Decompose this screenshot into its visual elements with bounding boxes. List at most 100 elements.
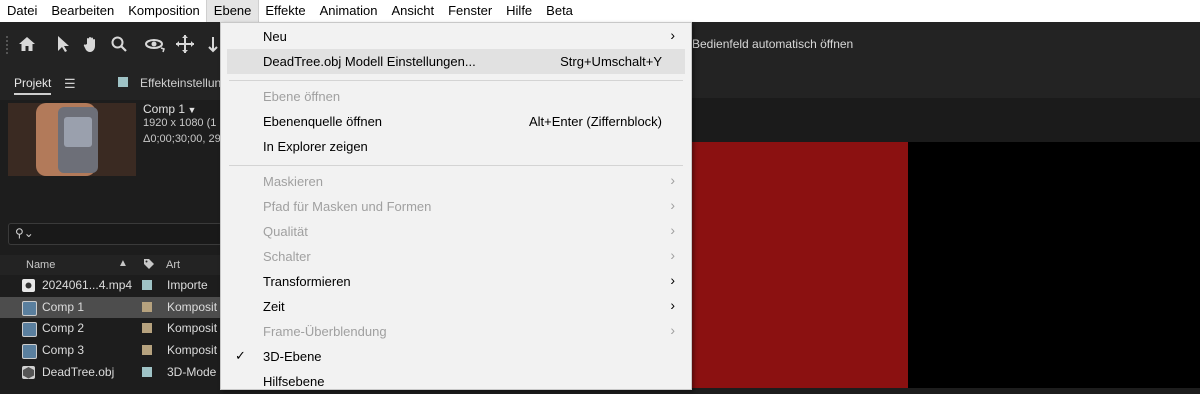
project-item-type: Importe bbox=[167, 278, 208, 292]
menu-item-label: Pfad für Masken und Formen bbox=[263, 199, 432, 214]
ebene-dropdown-menu: Neu › DeadTree.obj Modell Einstellungen.… bbox=[220, 22, 692, 390]
zoom-icon[interactable] bbox=[108, 33, 130, 55]
menu-item-label: Qualität bbox=[263, 224, 308, 239]
menu-item-schalter[interactable]: Schalter › bbox=[221, 244, 691, 269]
menu-item-label: Schalter bbox=[263, 249, 311, 264]
label-tag-icon[interactable] bbox=[143, 258, 155, 273]
project-item[interactable]: Comp 3 Komposit bbox=[0, 340, 220, 361]
menu-item-transformieren[interactable]: Transformieren › bbox=[221, 269, 691, 294]
menu-item-label: In Explorer zeigen bbox=[263, 139, 368, 154]
submenu-chevron-icon: › bbox=[670, 272, 675, 288]
menu-ansicht[interactable]: Ansicht bbox=[384, 0, 441, 22]
submenu-chevron-icon: › bbox=[670, 247, 675, 263]
project-item-type: Komposit bbox=[167, 300, 218, 314]
project-item[interactable]: DeadTree.obj 3D-Mode bbox=[0, 362, 220, 383]
composition-icon bbox=[22, 344, 37, 359]
menu-item-pfad-masken[interactable]: Pfad für Masken und Formen › bbox=[221, 194, 691, 219]
label-color-swatch[interactable] bbox=[142, 345, 152, 355]
menu-item-qualitaet[interactable]: Qualität › bbox=[221, 219, 691, 244]
label-color-swatch[interactable] bbox=[142, 302, 152, 312]
preview-comp-name[interactable]: Comp 1 ▼ bbox=[143, 102, 196, 116]
project-item-name: 2024061...4.mp4 bbox=[42, 278, 133, 292]
pan-camera-icon[interactable] bbox=[174, 33, 196, 55]
project-item-name: Comp 2 bbox=[42, 321, 85, 335]
label-color-swatch[interactable] bbox=[142, 367, 152, 377]
menu-item-label: Hilfsebene bbox=[263, 374, 325, 389]
project-item[interactable]: Comp 2 Komposit bbox=[0, 318, 220, 339]
menu-komposition[interactable]: Komposition bbox=[121, 0, 207, 22]
menu-animation[interactable]: Animation bbox=[313, 0, 385, 22]
submenu-chevron-icon: › bbox=[670, 27, 675, 43]
menu-item-label: Ebene öffnen bbox=[263, 89, 341, 104]
selection-arrow-icon[interactable] bbox=[52, 33, 74, 55]
submenu-chevron-icon: › bbox=[670, 172, 675, 188]
search-icon: ⚲⌄ bbox=[15, 226, 34, 240]
menu-item-ebenenquelle-oeffnen[interactable]: Ebenenquelle öffnen Alt+Enter (Ziffernbl… bbox=[221, 109, 691, 134]
project-column-header: Name ▲ Art bbox=[0, 255, 220, 275]
project-item[interactable]: Comp 1 Komposit bbox=[0, 297, 220, 318]
project-item-type: 3D-Mode bbox=[167, 365, 217, 379]
tab-effect-controls[interactable]: Effekteinstellun bbox=[140, 76, 221, 90]
menu-item-zeit[interactable]: Zeit › bbox=[221, 294, 691, 319]
panel-menu-icon[interactable]: ☰ bbox=[64, 76, 76, 92]
project-item-type: Komposit bbox=[167, 321, 218, 335]
auto-open-panel-label[interactable]: Bedienfeld automatisch öffnen bbox=[692, 37, 853, 51]
footage-icon bbox=[22, 279, 35, 292]
menu-item-label: Ebenenquelle öffnen bbox=[263, 114, 383, 129]
menu-item-3d-ebene[interactable]: ✓ 3D-Ebene bbox=[221, 344, 691, 369]
composition-red-layer[interactable] bbox=[690, 142, 908, 388]
project-item-name: Comp 3 bbox=[42, 343, 85, 357]
menu-separator bbox=[229, 165, 683, 166]
preview-comp-duration: Δ0;00;30;00, 29 bbox=[143, 133, 221, 145]
submenu-chevron-icon: › bbox=[670, 197, 675, 213]
menu-effekte[interactable]: Effekte bbox=[258, 0, 312, 22]
3d-model-icon bbox=[22, 366, 35, 379]
label-color-swatch[interactable] bbox=[142, 323, 152, 333]
orbit-camera-icon[interactable] bbox=[144, 33, 166, 55]
checkmark-icon: ✓ bbox=[235, 348, 246, 363]
composition-icon bbox=[22, 322, 37, 337]
preview-comp-resolution: 1920 x 1080 (1 bbox=[143, 117, 217, 129]
tab-project[interactable]: Projekt bbox=[14, 76, 52, 95]
menu-item-label: Frame-Überblendung bbox=[263, 324, 387, 339]
menu-beta[interactable]: Beta bbox=[539, 0, 580, 22]
menu-item-ebene-oeffnen[interactable]: Ebene öffnen bbox=[221, 84, 691, 109]
composition-thumbnail bbox=[8, 103, 136, 176]
submenu-chevron-icon: › bbox=[670, 222, 675, 238]
menu-datei[interactable]: Datei bbox=[0, 0, 44, 22]
project-item-name: DeadTree.obj bbox=[42, 365, 115, 379]
menu-item-label: Neu bbox=[263, 29, 287, 44]
menu-item-neu[interactable]: Neu › bbox=[221, 24, 691, 49]
viewer-header bbox=[690, 68, 1200, 98]
menu-item-model-settings[interactable]: DeadTree.obj Modell Einstellungen... Str… bbox=[227, 49, 685, 74]
menu-item-frame-ueberblendung[interactable]: Frame-Überblendung › bbox=[221, 319, 691, 344]
effects-tab-color-icon bbox=[118, 77, 128, 87]
menu-separator bbox=[229, 80, 683, 81]
menu-item-label: Transformieren bbox=[263, 274, 351, 289]
menu-item-label: Zeit bbox=[263, 299, 285, 314]
menu-item-shortcut: Strg+Umschalt+Y bbox=[560, 54, 662, 69]
home-icon[interactable] bbox=[16, 33, 38, 55]
menu-item-label: Maskieren bbox=[263, 174, 323, 189]
menu-item-maskieren[interactable]: Maskieren › bbox=[221, 169, 691, 194]
label-color-swatch[interactable] bbox=[142, 280, 152, 290]
submenu-chevron-icon: › bbox=[670, 322, 675, 338]
menu-bar: Datei Bearbeiten Komposition Ebene Effek… bbox=[0, 0, 1200, 23]
project-item[interactable]: 2024061...4.mp4 Importe bbox=[0, 275, 220, 296]
submenu-chevron-icon: › bbox=[670, 297, 675, 313]
toolbar-grip[interactable] bbox=[6, 36, 10, 54]
sort-ascending-icon[interactable]: ▲ bbox=[118, 258, 128, 269]
hand-icon[interactable] bbox=[80, 33, 102, 55]
project-item-name: Comp 1 bbox=[42, 300, 85, 314]
column-type[interactable]: Art bbox=[166, 259, 180, 271]
menu-hilfe[interactable]: Hilfe bbox=[499, 0, 539, 22]
menu-bearbeiten[interactable]: Bearbeiten bbox=[44, 0, 121, 22]
column-name[interactable]: Name bbox=[26, 259, 55, 271]
project-search-input[interactable]: ⚲⌄ bbox=[8, 223, 221, 245]
menu-item-hilfsebene[interactable]: Hilfsebene bbox=[221, 369, 691, 394]
project-item-type: Komposit bbox=[167, 343, 218, 357]
menu-item-in-explorer-zeigen[interactable]: In Explorer zeigen bbox=[221, 134, 691, 159]
menu-ebene[interactable]: Ebene bbox=[205, 0, 260, 23]
menu-fenster[interactable]: Fenster bbox=[441, 0, 499, 22]
composition-black-area[interactable] bbox=[908, 142, 1200, 388]
